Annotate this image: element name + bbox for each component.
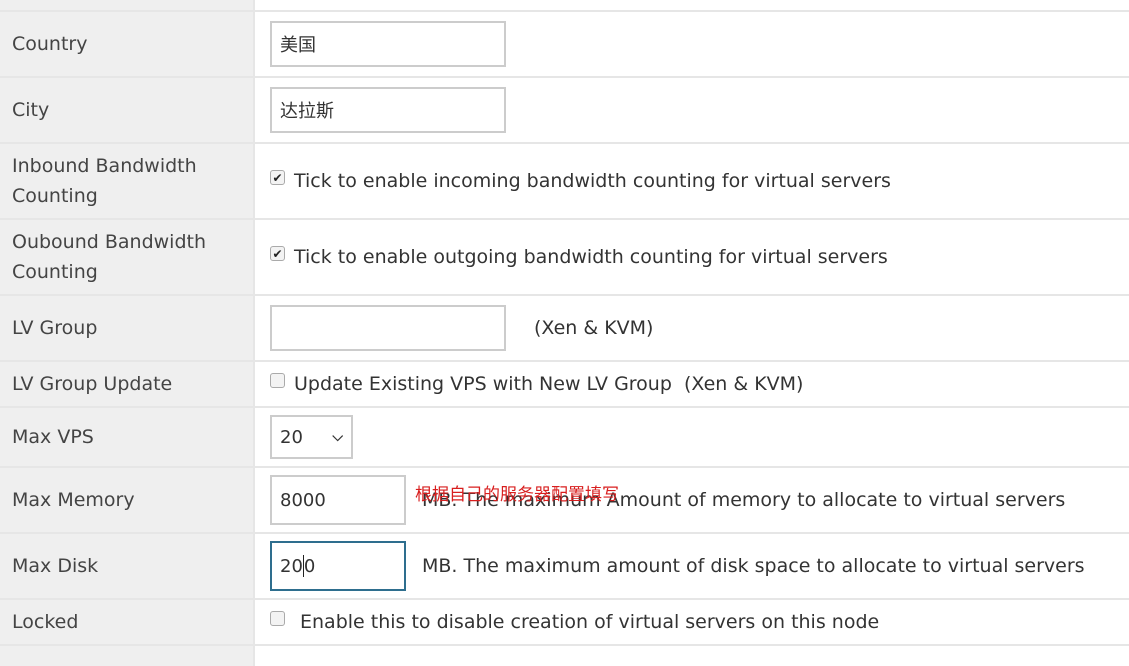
locked-checkbox[interactable] [270,611,285,626]
lv-group-input[interactable] [270,305,506,351]
lv-group-update-label: LV Group Update [0,362,255,406]
city-label: City [0,78,255,142]
max-memory-label: Max Memory [0,468,255,532]
country-label: Country [0,12,255,76]
row-partial-top [0,0,1129,12]
lv-group-hint: (Xen & KVM) [534,317,654,339]
city-input[interactable]: 达拉斯 [270,87,506,133]
max-disk-hint: MB. The maximum amount of disk space to … [422,555,1085,577]
lv-group-label: LV Group [0,296,255,360]
locked-label: Locked [0,600,255,644]
max-vps-label: Max VPS [0,408,255,466]
inbound-bandwidth-text: Tick to enable incoming bandwidth counti… [294,170,891,192]
lv-group-update-text: Update Existing VPS with New LV Group (X… [294,373,804,395]
row-max-vps: Max VPS 20 ⌵ [0,408,1129,468]
max-disk-label: Max Disk [0,534,255,598]
inbound-bandwidth-checkbox[interactable]: ✔ [270,170,285,185]
row-max-memory: Max Memory 8000 MB. The maximum Amount o… [0,468,1129,534]
row-partial-bottom [0,646,1129,666]
max-vps-select[interactable]: 20 ⌵ [270,415,353,459]
row-outbound-bandwidth: Oubound Bandwidth Counting ✔ Tick to enab… [0,220,1129,296]
chevron-down-icon: ⌵ [332,429,343,445]
lv-group-update-checkbox[interactable] [270,373,285,388]
row-lv-group-update: LV Group Update Update Existing VPS with… [0,362,1129,408]
locked-text: Enable this to disable creation of virtu… [300,611,880,633]
max-vps-selected: 20 [280,426,303,448]
inbound-bandwidth-label: Inbound Bandwidth Counting [0,144,255,218]
outbound-bandwidth-checkbox[interactable]: ✔ [270,246,285,261]
settings-form: Country 美国 City 达拉斯 Inbound Bandwidth Cou… [0,0,1129,666]
max-memory-input[interactable]: 8000 [270,475,406,525]
row-inbound-bandwidth: Inbound Bandwidth Counting ✔ Tick to enab… [0,144,1129,220]
country-input[interactable]: 美国 [270,21,506,67]
outbound-bandwidth-label: Oubound Bandwidth Counting [0,220,255,294]
row-lv-group: LV Group (Xen & KVM) [0,296,1129,362]
row-max-disk: Max Disk 20 0 MB. The maximum amount of d… [0,534,1129,600]
red-annotation: 根据自己的服务器配置填写 [415,485,619,505]
row-locked: Locked Enable this to disable creation o… [0,600,1129,646]
row-city: City 达拉斯 [0,78,1129,144]
outbound-bandwidth-text: Tick to enable outgoing bandwidth counti… [294,246,888,268]
max-disk-input[interactable]: 20 0 [270,541,406,591]
row-country: Country 美国 [0,12,1129,78]
